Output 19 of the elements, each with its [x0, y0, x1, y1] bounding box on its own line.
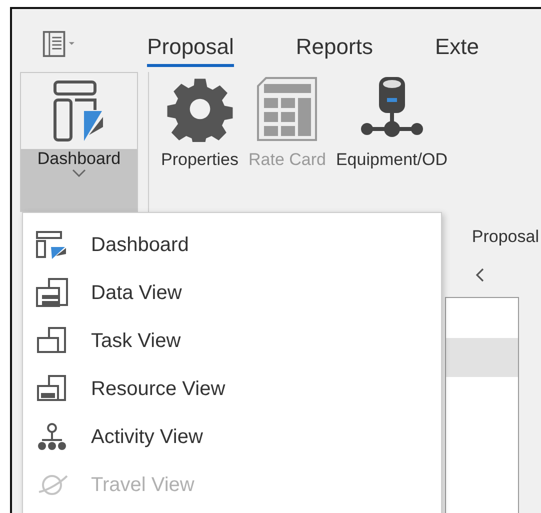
ribbon-tab[interactable]: Proposal	[147, 34, 234, 67]
stacked-windows-icon	[35, 326, 69, 356]
stacked-windows-icon	[35, 374, 69, 404]
stacked-windows-icon	[35, 278, 69, 308]
ribbon-button[interactable]: Equipment/OD	[336, 72, 448, 170]
ribbon-tab[interactable]: Exte	[434, 34, 479, 67]
menu-item[interactable]: Resource View	[23, 365, 441, 413]
menu-item[interactable]: Activity View	[23, 413, 441, 461]
menu-item[interactable]: Dashboard	[23, 221, 441, 269]
org-chart-icon	[35, 422, 69, 452]
collapse-chevron-icon[interactable]	[475, 267, 485, 283]
caret-icon	[72, 169, 86, 177]
ribbon-button[interactable]: Properties	[161, 72, 238, 170]
menu-item[interactable]: Data View	[23, 269, 441, 317]
gear-icon	[166, 76, 233, 142]
dashboard-button[interactable]: Dashboard	[20, 72, 138, 212]
dashboard-icon	[35, 230, 69, 260]
ribbon-tab[interactable]: Reports	[296, 34, 373, 67]
menu-item[interactable]: Task View	[23, 317, 441, 365]
